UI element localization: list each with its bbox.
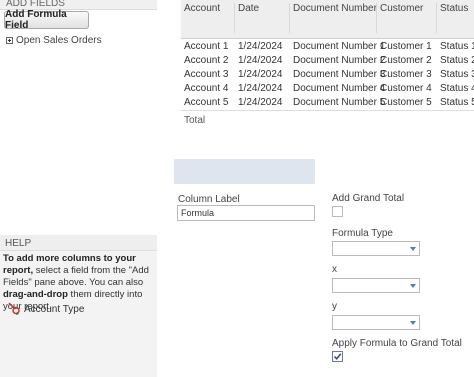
y-select[interactable]	[332, 315, 420, 330]
add-grand-total-checkbox[interactable]	[332, 206, 343, 217]
table-cell: Document Number 1	[293, 41, 386, 52]
table-cell: Account 5	[184, 97, 229, 108]
table-cell: Document Number 2	[293, 55, 386, 66]
table-cell: Account 2	[184, 55, 229, 66]
y-label: y	[332, 301, 337, 312]
column-label-title: Column Label	[178, 194, 240, 205]
table-cell: Customer 5	[380, 97, 432, 108]
table-cell: 1/24/2024	[238, 41, 283, 52]
help-text-bold-2: drag-and-drop	[3, 289, 68, 300]
table-cell: Document Number 4	[293, 83, 386, 94]
column-header-customer[interactable]: Customer	[380, 3, 423, 14]
drag-example-label: Account Type	[24, 303, 85, 315]
x-select[interactable]	[332, 278, 420, 293]
chevron-down-icon	[410, 321, 416, 325]
table-cell: Customer 3	[380, 69, 432, 80]
table-cell: Document Number 3	[293, 69, 386, 80]
table-cell: Customer 2	[380, 55, 432, 66]
apply-grand-total-checkbox[interactable]	[332, 351, 343, 362]
add-grand-total-label: Add Grand Total	[332, 193, 405, 204]
table-cell: Status 4	[440, 83, 474, 94]
column-header-account[interactable]: Account	[184, 3, 220, 14]
table-cell: Account 3	[184, 69, 229, 80]
checkmark-icon	[333, 353, 342, 361]
table-cell: 1/24/2024	[238, 97, 283, 108]
help-panel: HELP To add more columns to your report,…	[0, 235, 157, 377]
table-row: Account 2 1/24/2024 Document Number 2 Cu…	[181, 54, 474, 68]
table-row: Account 4 1/24/2024 Document Number 4 Cu…	[181, 82, 474, 96]
column-divider[interactable]	[376, 3, 377, 33]
table-cell: Status 5	[440, 97, 474, 108]
help-title: HELP	[5, 238, 32, 249]
formula-column-drop-area[interactable]	[174, 159, 315, 184]
table-row: Account 5 1/24/2024 Document Number 5 Cu…	[181, 96, 474, 110]
table-cell: 1/24/2024	[238, 83, 283, 94]
column-divider[interactable]	[234, 3, 235, 33]
apply-grand-total-label: Apply Formula to Grand Total	[332, 338, 462, 349]
plus-box-icon[interactable]	[6, 37, 13, 44]
table-cell: Document Number 5	[293, 97, 386, 108]
column-divider[interactable]	[289, 3, 290, 33]
table-cell: Customer 4	[380, 83, 432, 94]
total-row: Total	[181, 110, 474, 129]
table-header-row: Account Date Document Number Customer St…	[181, 0, 474, 39]
column-header-date[interactable]: Date	[238, 3, 259, 14]
open-sales-orders-label: Open Sales Orders	[16, 35, 102, 46]
table-cell: Account 1	[184, 41, 229, 52]
table-cell: Status 2	[440, 55, 474, 66]
report-preview-table: Account Date Document Number Customer St…	[181, 0, 474, 130]
table-cell: Account 4	[184, 83, 229, 94]
drag-demo: Account Type	[8, 302, 84, 316]
column-label-input[interactable]	[177, 205, 315, 221]
table-cell: Customer 1	[380, 41, 432, 52]
table-cell: Status 1	[440, 41, 474, 52]
formula-type-select[interactable]	[332, 241, 420, 256]
open-sales-orders-tree-item[interactable]: Open Sales Orders	[6, 35, 102, 46]
table-cell: 1/24/2024	[238, 55, 283, 66]
formula-type-label: Formula Type	[332, 228, 393, 239]
drag-cursor-icon	[8, 302, 22, 316]
add-fields-panel: ADD FIELDS Add Formula Field Open Sales …	[0, 0, 157, 377]
chevron-down-icon	[410, 284, 416, 288]
total-label: Total	[184, 115, 206, 126]
table-cell: 1/24/2024	[238, 69, 283, 80]
column-divider[interactable]	[436, 3, 437, 33]
table-row: Account 1 1/24/2024 Document Number 1 Cu…	[181, 40, 474, 54]
table-row: Account 3 1/24/2024 Document Number 3 Cu…	[181, 68, 474, 82]
column-header-document-number[interactable]: Document Number	[293, 3, 377, 14]
x-label: x	[332, 264, 337, 275]
add-formula-field-button[interactable]: Add Formula Field	[4, 9, 89, 31]
help-header: HELP	[0, 235, 157, 251]
column-header-status[interactable]: Status	[440, 3, 468, 14]
add-fields-title: ADD FIELDS	[6, 0, 65, 9]
chevron-down-icon	[410, 247, 416, 251]
table-cell: Status 3	[440, 69, 474, 80]
